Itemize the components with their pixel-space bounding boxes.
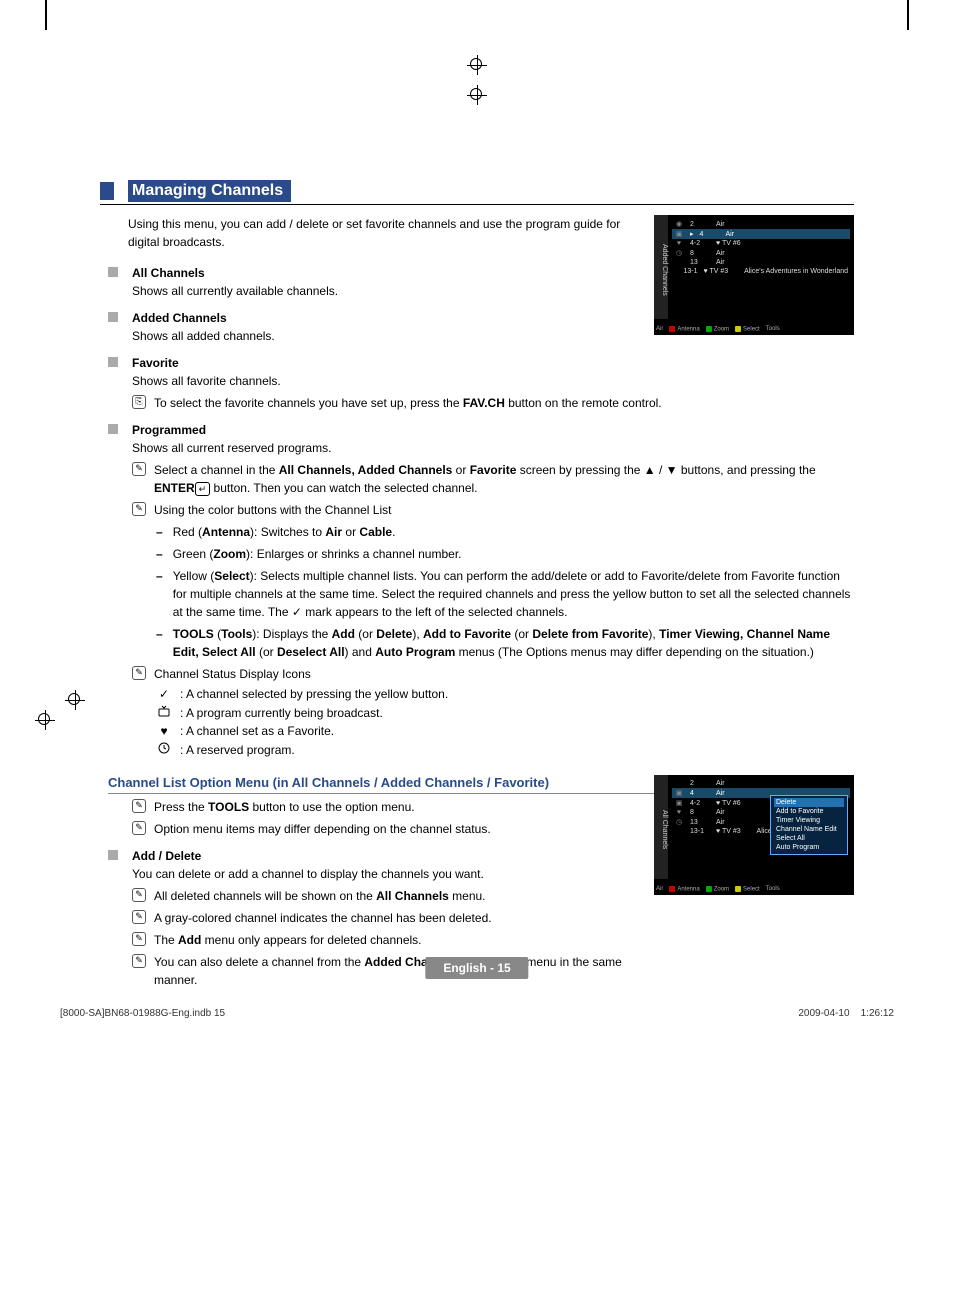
tools-item: Timer Viewing (774, 816, 844, 825)
list-item-tools: –TOOLS (Tools): Displays the Add (or Del… (156, 625, 854, 661)
registration-mark-bottom (467, 85, 487, 105)
list-item-yellow: –Yellow (Select): Selects multiple chann… (156, 567, 854, 621)
note-icon: ✎ (132, 502, 146, 516)
tools-item: Channel Name Edit (774, 825, 844, 834)
note-delete-from-menus: ✎ You can also delete a channel from the… (132, 953, 652, 989)
broadcast-icon (156, 705, 172, 720)
tools-item-delete: Delete (774, 798, 844, 807)
tv-row: 13-1♥ TV #3 Alice's Adventures in Wonder… (672, 267, 850, 276)
body-programmed: Shows all current reserved programs. (132, 439, 854, 457)
icon-legend-check: ✓: A channel selected by pressing the ye… (156, 687, 854, 701)
tools-popup: Delete Add to Favorite Timer Viewing Cha… (770, 795, 848, 855)
note-icon: ✎ (132, 954, 146, 968)
registration-mark-top (467, 55, 487, 75)
tools-item: Add to Favorite (774, 807, 844, 816)
heading-programmed: Programmed (108, 422, 854, 437)
tools-item: Auto Program (774, 843, 844, 852)
tv-row-selected: ▣▸4Air (672, 229, 850, 239)
icon-legend-broadcast: : A program currently being broadcast. (156, 705, 854, 720)
tools-item: Select All (774, 834, 844, 843)
section-header: Managing Channels (100, 180, 854, 205)
print-footer-left: [8000-SA]BN68-01988G-Eng.indb 15 (60, 1008, 225, 1019)
page-number-badge: English - 15 (425, 957, 528, 979)
heart-icon: ♥ (156, 724, 172, 738)
note-icon: ✎ (132, 888, 146, 902)
note-select-channel: ✎ Select a channel in the All Channels, … (132, 461, 854, 497)
note-icon: ✎ (132, 821, 146, 835)
list-item-red: –Red (Antenna): Switches to Air or Cable… (156, 523, 854, 541)
body-favorite: Shows all favorite channels. (132, 372, 854, 390)
tv-row: 13Air (672, 258, 850, 267)
note-color-buttons: ✎ Using the color buttons with the Chann… (132, 501, 854, 519)
section-accent-bar (100, 182, 114, 200)
note-add-menu: ✎ The Add menu only appears for deleted … (132, 931, 854, 949)
note-icon: ✎ (132, 799, 146, 813)
intro-text: Using this menu, you can add / delete or… (128, 215, 648, 251)
note-icon: ✎ (132, 462, 146, 476)
tv-tab-label: Added Channels (654, 215, 668, 319)
heading-favorite: Favorite (108, 355, 854, 370)
remote-icon: ⎘ (132, 395, 146, 409)
print-footer-right: 2009-04-10 1:26:12 (798, 1008, 894, 1019)
print-footer: [8000-SA]BN68-01988G-Eng.indb 15 2009-04… (60, 1008, 894, 1019)
tv-row: ♥4-2♥ TV #6 (672, 239, 850, 248)
clock-icon (156, 742, 172, 757)
note-icon: ✎ (132, 910, 146, 924)
note-gray-channel: ✎ A gray-colored channel indicates the c… (132, 909, 854, 927)
tv-row: ◷8Air (672, 248, 850, 258)
tv-row: ◉2Air (672, 219, 850, 229)
note-status-icons: ✎ Channel Status Display Icons (132, 665, 854, 683)
section-title: Managing Channels (128, 180, 291, 202)
list-item-green: –Green (Zoom): Enlarges or shrinks a cha… (156, 545, 854, 563)
icon-legend-clock: : A reserved program. (156, 742, 854, 757)
tv-row: 2Air (672, 779, 850, 788)
note-icon: ✎ (132, 666, 146, 680)
tv-tab-label: All Channels (654, 775, 668, 879)
tv-legend: Air Antenna Zoom Select Tools (656, 886, 852, 893)
icon-legend-heart: ♥: A channel set as a Favorite. (156, 724, 854, 738)
note-favorite: ⎘ To select the favorite channels you ha… (132, 394, 854, 412)
tv-legend: Air Antenna Zoom Select Tools (656, 326, 852, 333)
tv-screenshot-all-channels: All Channels 2Air ▣4Air ▣4-2♥ TV #6 ♥8Ai… (654, 775, 854, 895)
enter-icon: ↵ (195, 482, 211, 496)
check-icon: ✓ (156, 687, 172, 701)
note-icon: ✎ (132, 932, 146, 946)
tv-screenshot-added-channels: Added Channels ◉2Air ▣▸4Air ♥4-2♥ TV #6 … (654, 215, 854, 335)
